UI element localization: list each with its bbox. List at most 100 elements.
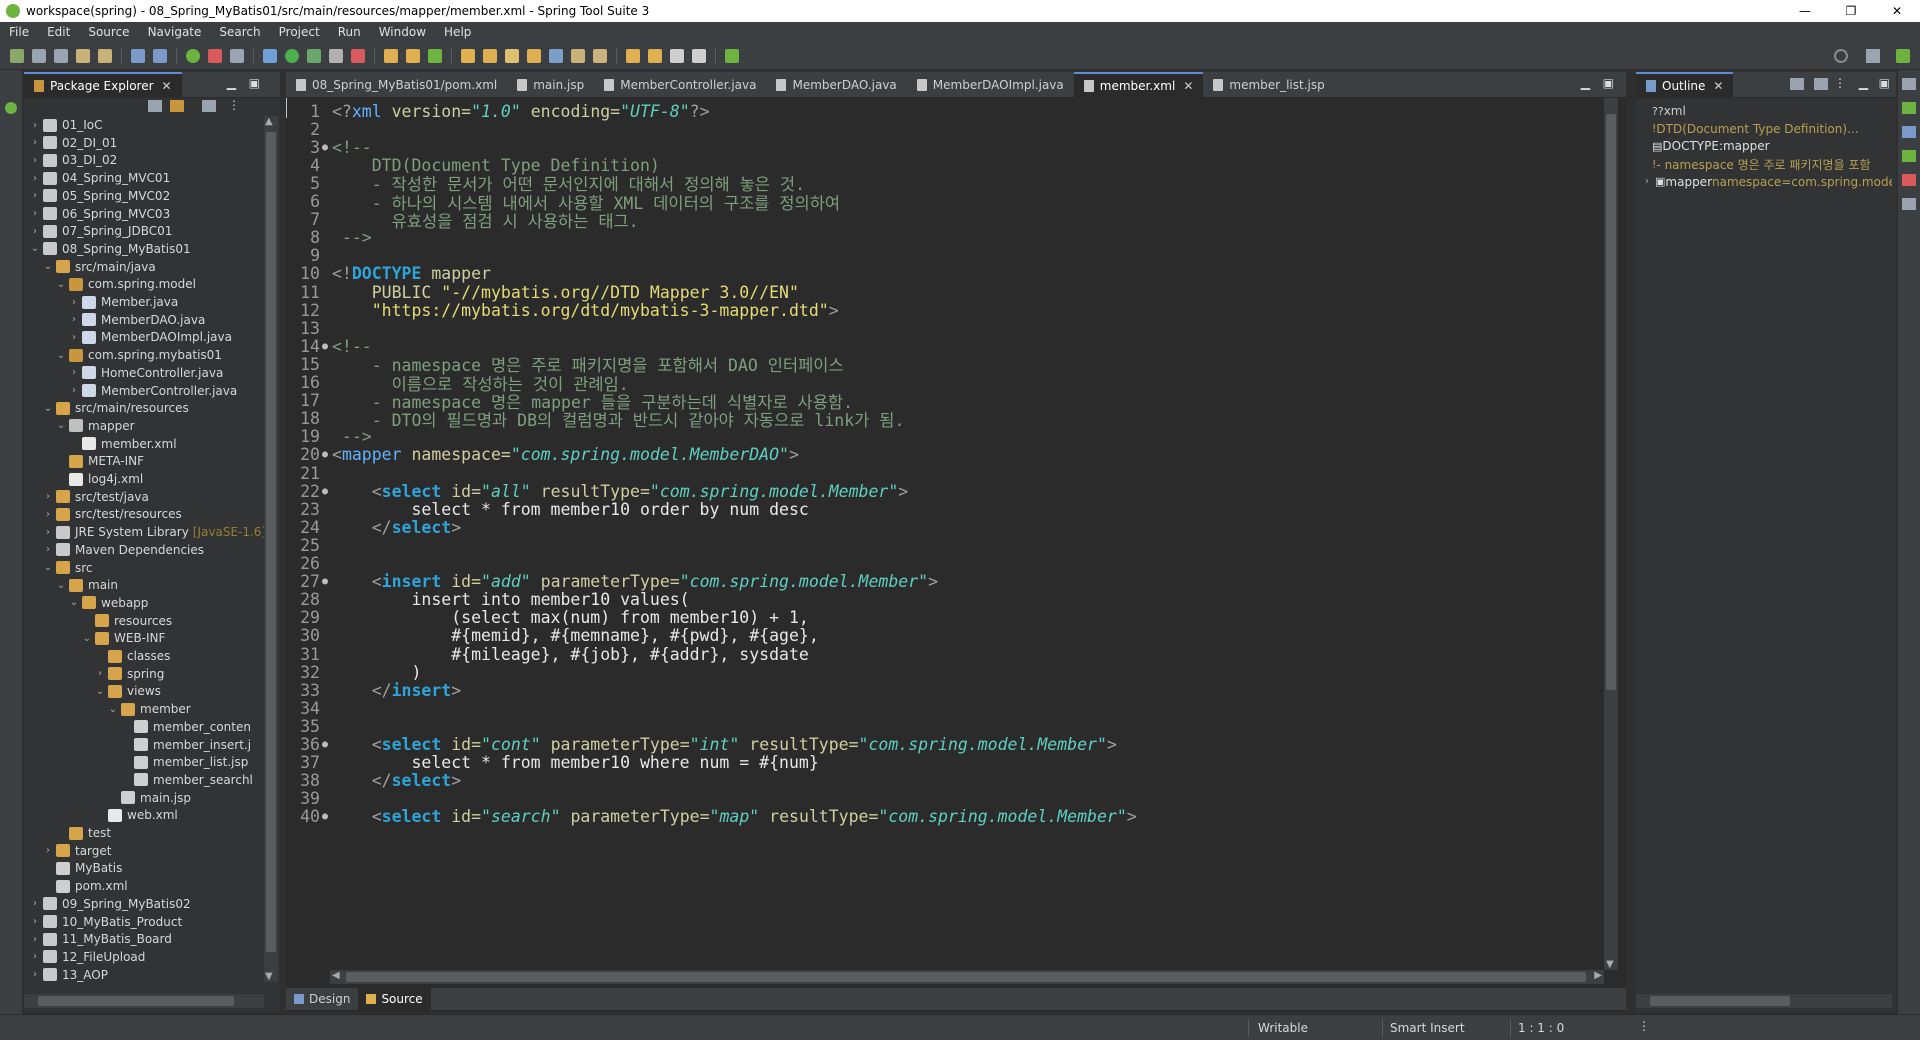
expanded-chevron-icon[interactable]: ⌄	[82, 633, 92, 644]
editor-tab[interactable]: MemberDAOImpl.java	[907, 72, 1074, 98]
tree-item[interactable]: resources	[82, 612, 172, 630]
close-button[interactable]: ✕	[1874, 0, 1920, 22]
terminal-icon[interactable]	[131, 48, 145, 63]
spring-boot-icon[interactable]	[186, 48, 200, 63]
web-browser-icon[interactable]	[549, 48, 563, 63]
coverage-icon[interactable]	[307, 48, 321, 63]
tree-item[interactable]: › JRE System Library [JavaSE-1.6]	[43, 523, 264, 541]
collapsed-chevron-icon[interactable]: ›	[1642, 176, 1652, 187]
collapsed-chevron-icon[interactable]: ›	[69, 297, 79, 308]
editor-minimize-icon[interactable]: ▁	[1581, 76, 1590, 90]
tree-item[interactable]: ⌄ member	[108, 700, 191, 718]
expanded-chevron-icon[interactable]: ⌄	[56, 580, 66, 591]
menu-search[interactable]: Search	[210, 25, 269, 39]
editor-vertical-scrollbar[interactable]: ▼	[1604, 98, 1618, 970]
editor-tab[interactable]: member_list.jsp	[1203, 72, 1334, 98]
collapsed-chevron-icon[interactable]: ›	[30, 155, 40, 166]
editor-tab[interactable]: MemberDAO.java	[766, 72, 906, 98]
outline-item[interactable]: ! DTD(Document Type Definition)...	[1652, 120, 1859, 138]
collapsed-chevron-icon[interactable]: ›	[95, 668, 105, 679]
outline-item[interactable]: ▤ DOCTYPE:mapper	[1652, 137, 1770, 155]
collapsed-chevron-icon[interactable]: ›	[69, 332, 79, 343]
tree-item[interactable]: › 06_Spring_MVC03	[30, 205, 170, 223]
problems-icon[interactable]	[1902, 174, 1916, 186]
tree-item[interactable]: member_searchl	[121, 771, 253, 789]
menu-file[interactable]: File	[0, 25, 38, 39]
collapsed-chevron-icon[interactable]: ›	[30, 898, 40, 909]
fold-marker-icon[interactable]: ●	[322, 811, 332, 822]
tree-item[interactable]: › MemberDAOImpl.java	[69, 328, 232, 346]
editor-hscroll-thumb[interactable]	[346, 972, 1586, 982]
editor-vscroll-thumb[interactable]	[1606, 114, 1616, 690]
new-icon[interactable]	[10, 48, 24, 63]
tree-item[interactable]: › MemberController.java	[69, 382, 237, 400]
tree-item[interactable]: web.xml	[95, 806, 178, 824]
back-edit-icon[interactable]	[626, 48, 640, 63]
collapsed-chevron-icon[interactable]: ›	[30, 226, 40, 237]
maximize-button[interactable]: ❐	[1828, 0, 1874, 22]
tree-item[interactable]: › 11_MyBatis_Board	[30, 930, 172, 948]
tree-item[interactable]: main.jsp	[108, 789, 191, 807]
status-menu-icon[interactable]: ⋮	[1638, 1019, 1650, 1033]
scroll-up-icon[interactable]: ▲	[265, 116, 273, 127]
collapse-all-icon[interactable]	[1790, 78, 1804, 90]
stop-icon[interactable]	[351, 48, 365, 63]
run-icon[interactable]	[285, 48, 299, 63]
collapsed-chevron-icon[interactable]: ›	[43, 527, 53, 538]
fold-marker-icon[interactable]: ●	[322, 341, 332, 352]
tree-item[interactable]: › spring	[95, 665, 164, 683]
menu-run[interactable]: Run	[329, 25, 370, 39]
collapsed-chevron-icon[interactable]: ›	[30, 137, 40, 148]
sort-icon[interactable]	[1814, 78, 1828, 90]
new-project-icon[interactable]	[384, 48, 398, 63]
editor-horizontal-scrollbar[interactable]: ◀ ▶	[330, 970, 1604, 984]
fold-marker-icon[interactable]: ●	[322, 142, 332, 153]
close-icon[interactable]: ✕	[162, 79, 172, 93]
expanded-chevron-icon[interactable]: ⌄	[56, 279, 66, 290]
tree-item[interactable]: MyBatis	[43, 859, 122, 877]
expanded-chevron-icon[interactable]: ⌄	[56, 350, 66, 361]
console-view-icon[interactable]	[1902, 198, 1916, 210]
expanded-chevron-icon[interactable]: ⌄	[30, 243, 40, 254]
collapsed-chevron-icon[interactable]: ›	[43, 509, 53, 520]
collapsed-chevron-icon[interactable]: ›	[69, 385, 79, 396]
tree-item[interactable]: ⌄ src	[43, 559, 93, 577]
tree-item[interactable]: › 10_MyBatis_Product	[30, 913, 182, 931]
open-perspective-icon[interactable]	[1866, 49, 1880, 63]
fold-marker-icon[interactable]: ●	[322, 739, 332, 750]
forward-icon[interactable]	[692, 48, 706, 63]
tree-item[interactable]: member_conten	[121, 718, 251, 736]
tab-design[interactable]: Design	[286, 988, 358, 1010]
collapsed-chevron-icon[interactable]: ›	[69, 314, 79, 325]
collapsed-chevron-icon[interactable]: ›	[30, 951, 40, 962]
tree-item[interactable]: ⌄ com.spring.model	[56, 275, 196, 293]
new-class-icon[interactable]	[428, 48, 442, 63]
expanded-chevron-icon[interactable]: ⌄	[108, 704, 118, 715]
tree-item[interactable]: ⌄ WEB-INF	[82, 629, 166, 647]
expanded-chevron-icon[interactable]: ⌄	[43, 562, 53, 573]
menu-edit[interactable]: Edit	[38, 25, 79, 39]
tree-item[interactable]: › HomeController.java	[69, 364, 223, 382]
external-tools-icon[interactable]	[329, 48, 343, 63]
tree-item[interactable]: ⌄ mapper	[56, 417, 135, 435]
save-all-icon[interactable]	[54, 48, 68, 63]
tree-item[interactable]: › src/test/java	[43, 488, 149, 506]
tree-item[interactable]: › src/test/resources	[43, 505, 182, 523]
spring-perspective-icon[interactable]	[1896, 49, 1910, 63]
console-icon[interactable]	[153, 48, 167, 63]
tree-item[interactable]: pom.xml	[43, 877, 128, 895]
tree-item[interactable]: › 05_Spring_MVC02	[30, 187, 170, 205]
tree-item[interactable]: META-INF	[56, 452, 144, 470]
maximize-view-icon[interactable]: ▣	[249, 76, 260, 90]
expanded-chevron-icon[interactable]: ⌄	[56, 420, 66, 431]
tree-item[interactable]: › 02_DI_01	[30, 134, 117, 152]
menu-source[interactable]: Source	[79, 25, 138, 39]
tree-item[interactable]: › 03_DI_02	[30, 151, 117, 169]
collapsed-chevron-icon[interactable]: ›	[30, 208, 40, 219]
expanded-chevron-icon[interactable]: ⌄	[43, 261, 53, 272]
tree-item[interactable]: › 07_Spring_JDBC01	[30, 222, 172, 240]
focus-icon[interactable]	[202, 100, 216, 112]
next-annotation-icon[interactable]	[593, 48, 607, 63]
collapsed-chevron-icon[interactable]: ›	[43, 491, 53, 502]
open-resource-icon[interactable]	[483, 48, 497, 63]
